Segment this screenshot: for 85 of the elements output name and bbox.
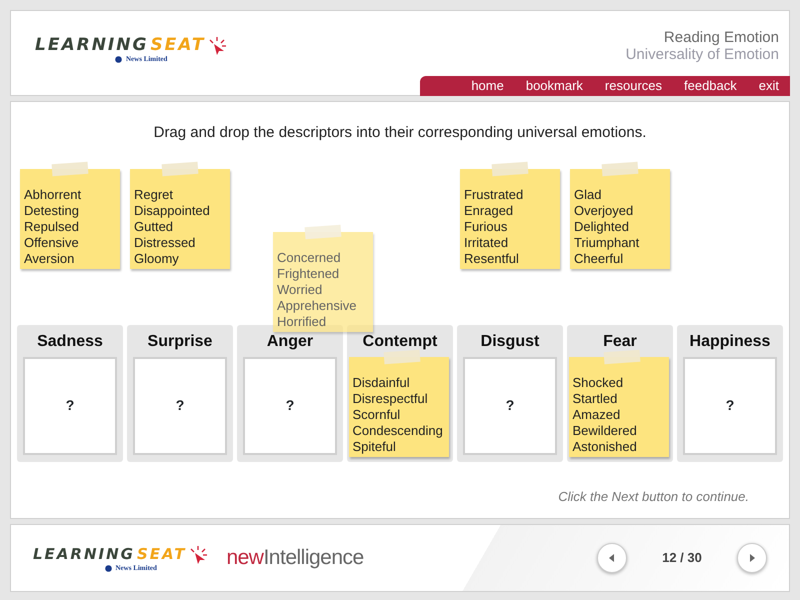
starburst-icon: [207, 36, 228, 56]
note-word: Offensive: [24, 234, 80, 250]
note-word: Worried: [277, 282, 324, 298]
tape-strip: [492, 161, 528, 176]
globe-icon: [115, 56, 122, 62]
caret-left-icon: [608, 553, 616, 563]
note-word: Triumphant: [574, 234, 640, 250]
logo-text: LEARNING: [33, 547, 135, 562]
note-word: Scornful: [352, 406, 402, 422]
question-mark: ?: [286, 396, 294, 415]
sticky-note[interactable]: Abhorrent Detesting Repulsed Offensive Aversion: [20, 168, 120, 268]
note-word: Disrespectful: [352, 390, 429, 406]
nav-link[interactable]: feedback: [673, 76, 748, 96]
logo-text: SEAT: [150, 37, 206, 54]
note-word: Detesting: [24, 202, 80, 218]
note-word: Disappointed: [134, 202, 211, 218]
logo-text: LEARNING: [35, 37, 148, 54]
note-word: Horrified: [277, 314, 328, 330]
globe-icon: [104, 564, 112, 572]
note-word: Gutted: [134, 218, 174, 234]
nav-link[interactable]: resources: [594, 76, 673, 96]
course-title: Reading Emotion: [662, 29, 779, 46]
note-word: Cheerful: [574, 250, 624, 266]
caret-right-icon: [748, 553, 756, 563]
sticky-note[interactable]: Concerned Frightened Worried Apprehensive Horrified: [273, 232, 373, 332]
brand-text: Intelligence: [263, 545, 364, 572]
note-word: Delighted: [574, 218, 630, 234]
note-word: Shocked: [572, 374, 624, 390]
note-word: Aversion: [24, 250, 76, 266]
sticky-note[interactable]: Shocked Startled Amazed Bewildered Astonished: [568, 356, 668, 456]
note-word: Bewildered: [572, 422, 638, 438]
note-word: Apprehensive: [277, 298, 358, 314]
topic-title: Universality of Emotion: [626, 46, 779, 63]
sticky-note[interactable]: Frustrated Enraged Furious Irritated Resentful: [460, 168, 560, 268]
tape-strip: [52, 161, 88, 176]
note-word: Overjoyed: [574, 202, 634, 218]
sticky-note[interactable]: Disdainful Disrespectful Scornful Condescending Spiteful: [348, 356, 448, 456]
zone-label: Anger: [266, 332, 314, 352]
question-mark: ?: [176, 396, 184, 415]
note-word: Amazed: [572, 406, 622, 422]
note-word: Abhorrent: [24, 186, 82, 202]
note-word: Furious: [464, 218, 508, 234]
tape-strip: [162, 161, 198, 176]
previous-button[interactable]: [597, 543, 627, 573]
sticky-note[interactable]: Glad Overjoyed Delighted Triumphant Cheerful: [570, 168, 670, 268]
tape-strip: [602, 161, 638, 176]
nav-link[interactable]: home: [460, 76, 515, 96]
hint-text: Click the Next button to continue.: [558, 488, 749, 506]
note-word: Frightened: [277, 266, 340, 282]
logo-text: SEAT: [136, 547, 186, 562]
note-word: Irritated: [464, 234, 510, 250]
note-word: Resentful: [464, 250, 520, 266]
tape-strip: [383, 349, 420, 364]
note-word: Concerned: [277, 250, 342, 266]
zone-label: Surprise: [148, 332, 212, 352]
zone-label: Sadness: [37, 332, 103, 352]
note-word: Spiteful: [352, 438, 397, 454]
next-button[interactable]: [737, 543, 767, 573]
tape-strip: [304, 224, 342, 240]
starburst-icon: [188, 544, 208, 564]
note-word: Distressed: [134, 234, 196, 250]
note-word: Astonished: [572, 438, 638, 454]
note-word: Repulsed: [24, 218, 80, 234]
note-word: Condescending: [352, 422, 444, 438]
question-mark: ?: [726, 396, 734, 415]
page-counter: 12 / 30: [661, 549, 703, 568]
nav-link[interactable]: exit: [748, 76, 790, 96]
question-mark: ?: [506, 396, 514, 415]
note-word: Disdainful: [352, 374, 411, 390]
instruction-text: Drag and drop the descriptors into their corresponding universal emotions.: [152, 123, 648, 143]
brand-text: new: [226, 545, 264, 572]
zone-label: Fear: [603, 332, 637, 352]
sticky-note[interactable]: Regret Disappointed Gutted Distressed Gloomy: [130, 168, 230, 268]
zone-label: Disgust: [480, 332, 540, 352]
note-word: Frustrated: [464, 186, 524, 202]
zone-label: Contempt: [362, 332, 438, 352]
note-word: Enraged: [464, 202, 514, 218]
zone-label: Happiness: [690, 332, 770, 352]
note-word: Gloomy: [134, 250, 180, 266]
nav-link[interactable]: bookmark: [514, 76, 594, 96]
note-word: Glad: [574, 186, 602, 202]
note-word: Startled: [572, 390, 618, 406]
tape-strip: [603, 349, 640, 364]
note-word: Regret: [134, 186, 174, 202]
question-mark: ?: [66, 396, 74, 415]
